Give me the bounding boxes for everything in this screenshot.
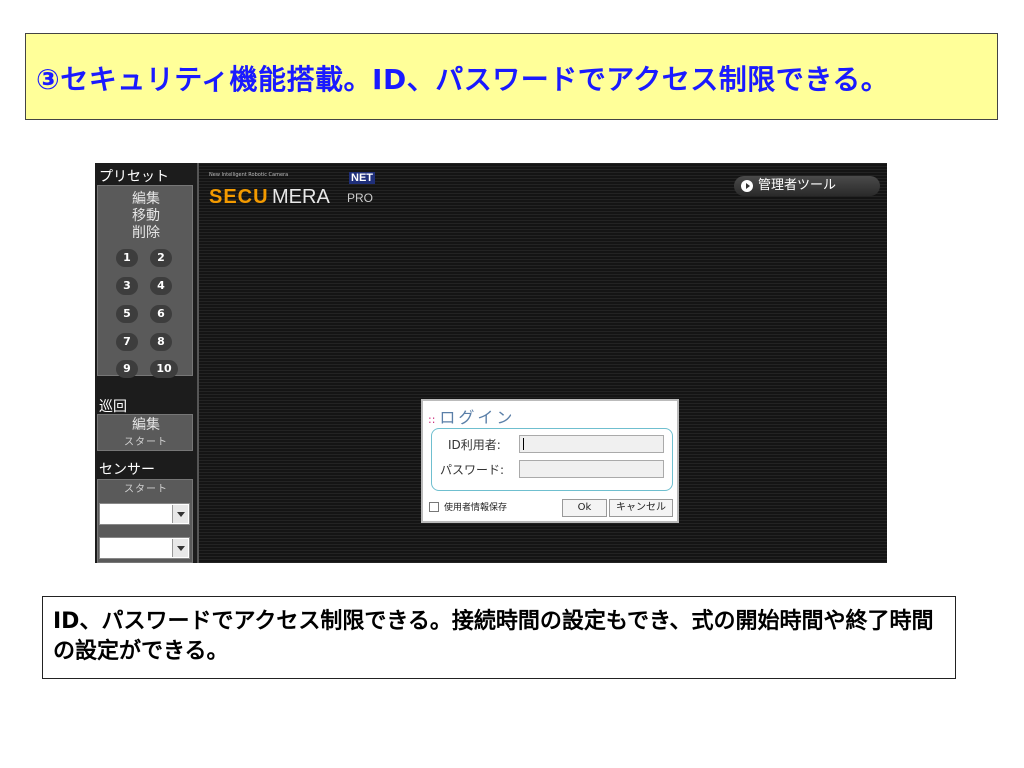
sidebar: プリセット 編集 移動 削除 1 2 3 4 5 6 7 8 9 10 巡回 編… [95, 163, 199, 563]
sensor-start[interactable]: スタート [98, 482, 194, 498]
logo-net: NET [349, 172, 375, 184]
id-label: ID利用者: [448, 438, 501, 452]
preset-button-8[interactable]: 8 [150, 333, 172, 351]
preset-section-title: プリセット [99, 169, 169, 185]
main-pane: New Intelligent Robotic Camera SECU MERA… [199, 163, 887, 563]
preset-button-2[interactable]: 2 [150, 249, 172, 267]
preset-button-4[interactable]: 4 [150, 277, 172, 295]
chevron-down-icon[interactable] [172, 505, 188, 523]
remember-checkbox[interactable] [429, 502, 439, 512]
logo-tagline: New Intelligent Robotic Camera [209, 172, 289, 178]
admin-tool-label: 管理者ツール [758, 178, 837, 193]
remember-label: 使用者情報保存 [444, 503, 508, 513]
patrol-start[interactable]: スタート [98, 435, 194, 451]
cancel-button[interactable]: キャンセル [609, 499, 673, 517]
title-box: ③セキュリティ機能搭載。ID、パスワードでアクセス制限できる。 [25, 33, 998, 120]
logo-pro: PRO [347, 191, 374, 205]
login-fields: ID利用者: パスワード: [431, 428, 673, 491]
preset-button-3[interactable]: 3 [116, 277, 138, 295]
logo-secu: SECU [209, 186, 269, 208]
chevron-down-icon[interactable] [172, 539, 188, 557]
preset-button-9[interactable]: 9 [116, 360, 138, 378]
password-label: パスワード: [440, 463, 505, 477]
app-screenshot: プリセット 編集 移動 削除 1 2 3 4 5 6 7 8 9 10 巡回 編… [95, 163, 887, 563]
preset-button-10[interactable]: 10 [150, 360, 178, 378]
dots-icon: :: [428, 413, 436, 426]
logo-mera: MERA [272, 186, 330, 208]
preset-edit[interactable]: 編集 [98, 191, 194, 207]
patrol-section-title: 巡回 [99, 399, 127, 415]
sensor-select-1[interactable] [99, 503, 190, 525]
admin-tool-button[interactable]: 管理者ツール [734, 176, 880, 196]
preset-panel: 編集 移動 削除 1 2 3 4 5 6 7 8 9 10 [97, 185, 194, 378]
ok-button[interactable]: Ok [562, 499, 607, 517]
login-title-text: ログイン [439, 408, 516, 427]
preset-move[interactable]: 移動 [98, 208, 194, 224]
preset-button-1[interactable]: 1 [116, 249, 138, 267]
arrow-right-circle-icon [741, 180, 753, 192]
description-text: ID、パスワードでアクセス制限できる。接続時間の設定もでき、式の開始時間や終了時… [53, 609, 934, 664]
patrol-edit[interactable]: 編集 [98, 417, 194, 433]
preset-delete[interactable]: 削除 [98, 225, 194, 241]
id-input[interactable] [519, 435, 664, 453]
preset-button-5[interactable]: 5 [116, 305, 138, 323]
sensor-select-2[interactable] [99, 537, 190, 559]
preset-button-6[interactable]: 6 [150, 305, 172, 323]
sensor-section-title: センサー [99, 462, 155, 478]
password-input[interactable] [519, 460, 664, 478]
description-box: ID、パスワードでアクセス制限できる。接続時間の設定もでき、式の開始時間や終了時… [42, 596, 956, 679]
text-caret [523, 438, 524, 450]
login-dialog: :: ログイン ID利用者: パスワード: 使用者情報保存 Ok キャンセル [421, 399, 679, 523]
page-title: ③セキュリティ機能搭載。ID、パスワードでアクセス制限できる。 [36, 63, 890, 96]
preset-button-7[interactable]: 7 [116, 333, 138, 351]
patrol-panel: 編集 スタート [97, 414, 193, 451]
login-title: :: ログイン [428, 404, 515, 428]
